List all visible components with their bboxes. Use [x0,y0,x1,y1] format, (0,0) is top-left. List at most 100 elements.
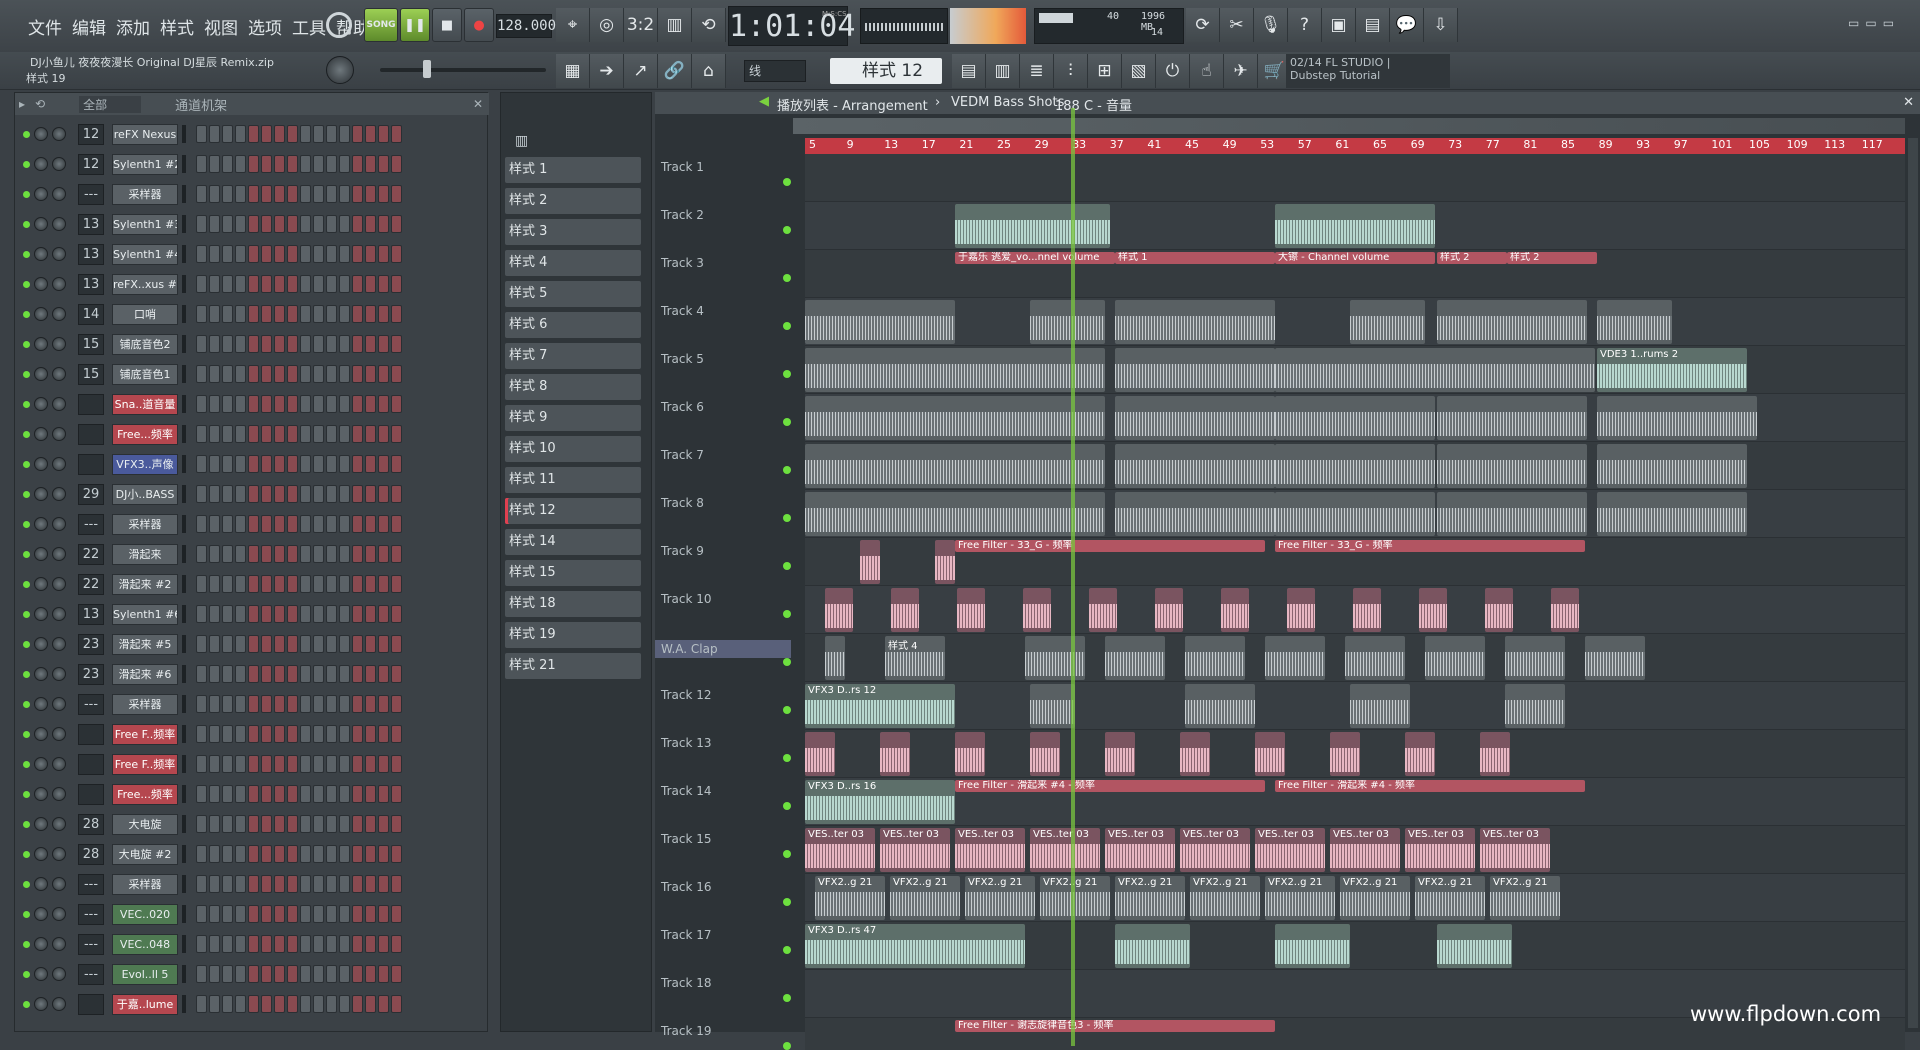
channel-name-button[interactable]: Sylenth1 #2 [112,153,178,175]
step-button[interactable] [209,575,220,593]
step-button[interactable] [261,785,272,803]
channel-mute-led[interactable] [23,430,30,438]
step-button[interactable] [352,605,363,623]
step-button[interactable] [326,395,337,413]
channel-pan-knob[interactable] [34,397,48,411]
channel-mixer-track[interactable]: 29 [78,483,104,505]
playlist-clip[interactable] [1437,492,1587,536]
step-button[interactable] [209,185,220,203]
step-button[interactable] [378,485,389,503]
step-button[interactable] [235,935,246,953]
menu-tools[interactable]: 工具 [292,14,326,39]
playlist-clip[interactable] [1350,300,1425,344]
track-lane[interactable]: VDE3 1..rums 2 [805,346,1905,394]
step-button[interactable] [378,875,389,893]
step-button[interactable] [339,245,350,263]
step-button[interactable] [196,275,207,293]
master-pitch-slider[interactable] [380,68,546,72]
channel-mute-led[interactable] [23,130,30,138]
step-button[interactable] [235,845,246,863]
step-button[interactable] [274,305,285,323]
step-button[interactable] [261,275,272,293]
step-button[interactable] [352,365,363,383]
channel-row[interactable]: Free F..频率 [15,749,489,779]
step-button[interactable] [274,935,285,953]
step-button[interactable] [352,635,363,653]
step-button[interactable] [209,155,220,173]
step-button[interactable] [196,395,207,413]
channel-volume-knob[interactable] [52,307,66,321]
step-button[interactable] [313,215,324,233]
step-button[interactable] [209,545,220,563]
cpu-circle-icon[interactable] [326,12,352,38]
record-button[interactable]: ● [464,8,494,42]
mic-icon[interactable]: 🎙 [1254,8,1288,42]
step-button[interactable] [209,875,220,893]
channel-name-button[interactable]: reFX Nexus [112,123,178,145]
step-button[interactable] [313,335,324,353]
step-button[interactable] [261,815,272,833]
step-button[interactable] [196,905,207,923]
channel-row[interactable]: 23 滑起来 #6 [15,659,489,689]
step-button[interactable] [209,485,220,503]
step-button[interactable] [222,845,233,863]
menu-view[interactable]: 视图 [204,14,238,39]
step-button[interactable] [326,305,337,323]
channel-name-button[interactable]: Free...频率 [112,423,178,445]
step-button[interactable] [274,575,285,593]
step-button[interactable] [391,335,402,353]
playlist-clip[interactable] [1275,924,1350,968]
step-button[interactable] [209,305,220,323]
step-button[interactable] [287,335,298,353]
step-button[interactable] [313,365,324,383]
channel-select-indicator[interactable] [182,515,186,533]
track-header[interactable]: Track 14 [661,784,711,798]
step-button[interactable] [235,785,246,803]
playlist-clip[interactable] [805,444,1105,488]
playlist-clip[interactable] [1505,636,1565,680]
step-button[interactable] [235,665,246,683]
channel-mixer-track[interactable]: --- [78,513,104,535]
playlist-clip[interactable] [860,540,880,584]
step-button[interactable] [300,335,311,353]
playlist-clip[interactable]: VES..ter 03 [1330,828,1400,872]
channel-pan-knob[interactable] [34,517,48,531]
channel-row[interactable]: --- Evol..ll 5 [15,959,489,989]
step-button[interactable] [352,515,363,533]
channel-mixer-track[interactable] [78,393,104,415]
channel-row[interactable]: 12 Sylenth1 #2 [15,149,489,179]
playlist-clip[interactable]: VFX2..g 21 [1415,876,1485,920]
channel-name-button[interactable]: 口哨 [112,303,178,325]
step-button[interactable] [365,275,376,293]
channel-mixer-track[interactable]: 15 [78,363,104,385]
step-button[interactable] [339,665,350,683]
step-button[interactable] [378,605,389,623]
playlist-clip[interactable] [1255,732,1285,776]
step-button[interactable] [248,965,259,983]
step-button[interactable] [196,125,207,143]
step-button[interactable] [378,515,389,533]
track-header[interactable]: Track 17 [661,928,711,942]
step-button[interactable] [300,815,311,833]
step-button[interactable] [274,905,285,923]
channel-pan-knob[interactable] [34,157,48,171]
step-button[interactable] [196,215,207,233]
playlist-clip[interactable]: VFX2..g 21 [890,876,960,920]
step-button[interactable] [222,545,233,563]
step-button[interactable] [261,695,272,713]
step-button[interactable] [300,755,311,773]
channel-mixer-track[interactable]: 23 [78,663,104,685]
step-button[interactable] [261,875,272,893]
channel-volume-knob[interactable] [52,277,66,291]
playlist-scrollbar[interactable] [1908,138,1918,1028]
track-mute-led[interactable] [783,802,791,810]
step-button[interactable] [261,215,272,233]
step-button[interactable] [378,725,389,743]
step-button[interactable] [378,785,389,803]
step-button[interactable] [222,215,233,233]
playlist-clip[interactable] [1105,636,1165,680]
step-button[interactable] [274,725,285,743]
playlist-clip[interactable] [1221,588,1249,632]
step-button[interactable] [378,185,389,203]
channel-mixer-track[interactable] [78,723,104,745]
